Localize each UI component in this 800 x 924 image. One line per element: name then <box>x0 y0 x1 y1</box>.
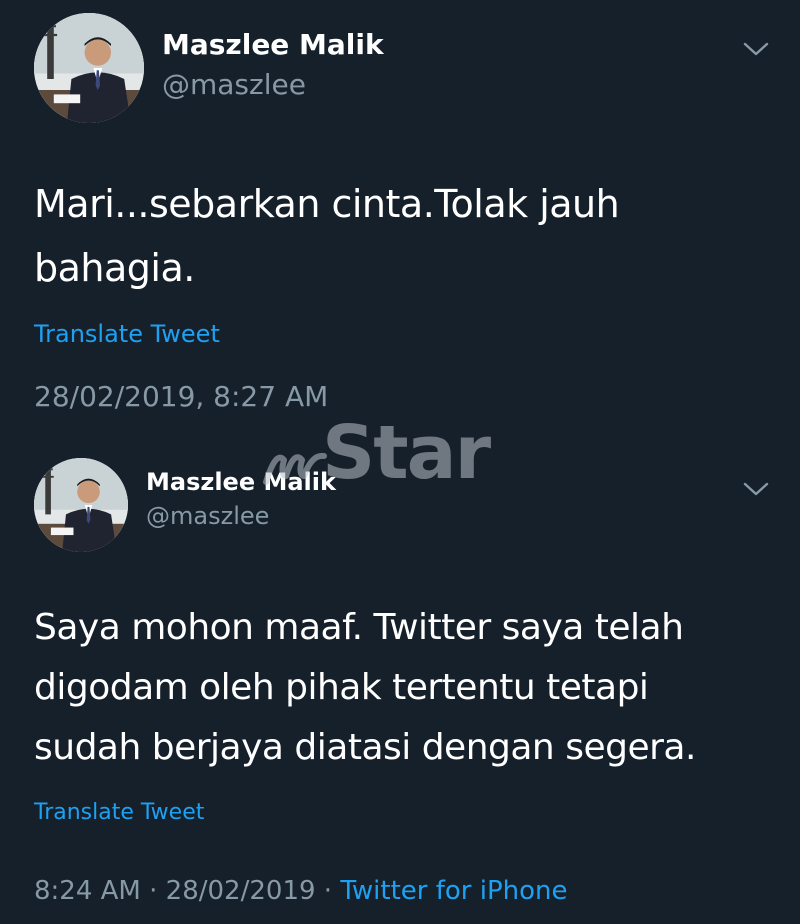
avatar[interactable] <box>34 13 144 123</box>
tweet-text: Mari...sebarkan cinta.Tolak jauh bahagia… <box>34 182 620 290</box>
tweet-meta: 8:24 AM · 28/02/2019 · Twitter for iPhon… <box>34 876 568 906</box>
translate-tweet-link[interactable]: Translate Tweet <box>34 800 204 825</box>
profile-photo-icon <box>34 13 144 123</box>
meta-separator: · <box>315 876 341 906</box>
user-handle[interactable]: @maszlee <box>146 502 269 530</box>
tweet-timestamp[interactable]: 28/02/2019, 8:27 AM <box>34 380 328 413</box>
tweet-card: Maszlee Malik @maszlee Saya mohon maaf. … <box>0 440 800 924</box>
avatar[interactable] <box>34 458 128 552</box>
display-name[interactable]: Maszlee Malik <box>162 28 384 61</box>
profile-photo-icon <box>34 458 128 552</box>
tweet-date[interactable]: 28/02/2019 <box>166 876 316 906</box>
chevron-down-icon[interactable] <box>742 480 770 498</box>
translate-tweet-link[interactable]: Translate Tweet <box>34 320 220 348</box>
tweet-source-link[interactable]: Twitter for iPhone <box>340 876 567 906</box>
display-name[interactable]: Maszlee Malik <box>146 468 336 496</box>
tweet-time[interactable]: 8:24 AM <box>34 876 141 906</box>
meta-separator: · <box>140 876 166 906</box>
tweet-card: Maszlee Malik @maszlee Mari...sebarkan c… <box>0 0 800 430</box>
tweet-text: Saya mohon maaf. Twitter saya telah digo… <box>34 607 696 768</box>
chevron-down-icon[interactable] <box>742 40 770 58</box>
user-handle[interactable]: @maszlee <box>162 68 306 101</box>
